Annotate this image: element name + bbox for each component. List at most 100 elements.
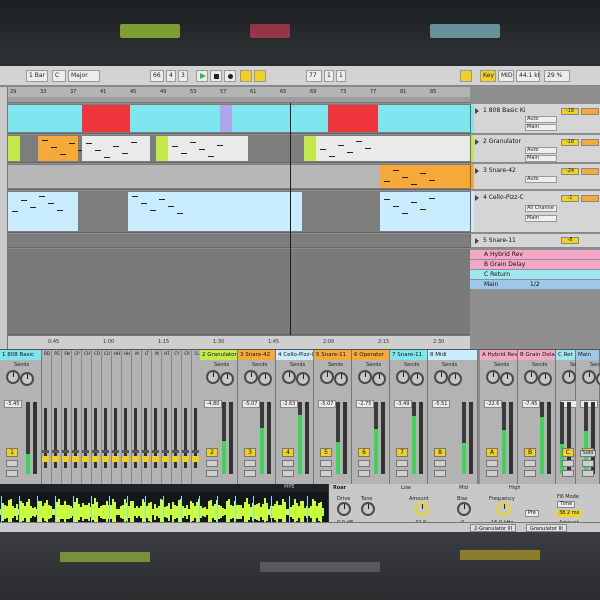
channel-title[interactable]: C Ret — [556, 350, 575, 360]
input-select[interactable]: Auto — [525, 116, 557, 123]
solo-button[interactable] — [244, 460, 256, 467]
solo-button[interactable]: Solo — [580, 450, 596, 457]
track-lane-2[interactable] — [8, 135, 470, 163]
track-activator-button[interactable]: B — [524, 448, 536, 457]
channel-title[interactable]: 1 808 Basic — [0, 350, 41, 360]
clip[interactable] — [130, 105, 228, 132]
record-button[interactable] — [224, 70, 236, 82]
play-button[interactable] — [196, 70, 208, 82]
track-header-3[interactable]: 3 Snare-42 Auto -24 — [470, 164, 600, 190]
position-sixteenth[interactable]: 1 — [336, 70, 346, 82]
chain-knob[interactable] — [82, 450, 89, 453]
channel-title[interactable]: 5 Snare-11 — [314, 350, 351, 360]
track-header-2[interactable]: 2 Granulator Auto Main -18 — [470, 135, 600, 163]
send-b-knob[interactable] — [500, 372, 514, 386]
send-b-knob[interactable] — [334, 372, 348, 386]
volume-field[interactable]: -18 — [561, 139, 579, 146]
volume-readout[interactable]: -5.07 — [242, 400, 260, 408]
send-a-knob[interactable] — [6, 370, 20, 384]
key-select[interactable]: C — [52, 70, 66, 82]
chain-activator[interactable] — [62, 456, 69, 462]
volume-fader[interactable] — [381, 402, 385, 474]
solo-button[interactable] — [582, 460, 594, 467]
volume-readout[interactable]: -5.51 — [432, 400, 450, 408]
volume-fader[interactable] — [267, 402, 271, 474]
chain-activator[interactable] — [192, 456, 199, 462]
channel-title[interactable]: Main — [576, 350, 599, 360]
track-lane-3[interactable] — [8, 164, 470, 190]
input-select[interactable]: All Channe — [525, 205, 557, 212]
mixer-channel[interactable]: 4 Cello-Pizz-C Sends -2.63 4 — [276, 350, 314, 484]
arm-button[interactable] — [396, 470, 408, 477]
clip[interactable] — [8, 105, 82, 132]
beat-ruler[interactable]: 29 33 37 41 45 49 53 57 61 65 69 73 77 81 85 — [8, 87, 470, 103]
mixer-channel[interactable]: 1 808 Basic Sends -5.45 1 — [0, 350, 42, 484]
channel-title[interactable]: 6 Operator — [352, 350, 389, 360]
channel-title[interactable]: A Hybrid Rev — [480, 350, 517, 360]
solo-button[interactable] — [206, 460, 218, 467]
clip[interactable] — [220, 105, 232, 132]
channel-title[interactable]: 8 Midi — [428, 350, 477, 360]
fold-icon[interactable] — [475, 139, 479, 145]
fill-mode-select[interactable]: Time — [557, 501, 576, 508]
channel-title[interactable]: 2 Granulator I — [200, 350, 237, 360]
send-b-knob[interactable] — [220, 372, 234, 386]
track-activator-button[interactable]: 7 — [396, 448, 408, 457]
drum-chain-channel[interactable]: HH — [112, 350, 122, 484]
mixer-channel[interactable]: 7 Snare-11 Sends -3.49 7 — [390, 350, 428, 484]
track-activator-button[interactable]: A — [486, 448, 498, 457]
arm-button[interactable] — [358, 470, 370, 477]
chain-knob[interactable] — [52, 450, 59, 453]
chain-knob[interactable] — [102, 450, 109, 453]
chain-activator[interactable] — [162, 456, 169, 462]
solo-button[interactable] — [581, 139, 599, 146]
track-header-4[interactable]: 4 Cello-Pizz-C All Channe Main -1 — [470, 191, 600, 233]
solo-button[interactable] — [581, 108, 599, 115]
clip[interactable] — [304, 136, 316, 161]
track-name[interactable]: 3 Snare-42 — [483, 167, 516, 174]
solo-button[interactable] — [524, 460, 536, 467]
clip[interactable] — [128, 192, 302, 231]
chain-knob[interactable] — [182, 450, 189, 453]
mixer-channel[interactable]: C RetSendsC — [556, 350, 590, 484]
solo-button[interactable] — [358, 460, 370, 467]
track-activator-button[interactable]: 2 — [206, 448, 218, 457]
arm-button[interactable] — [244, 470, 256, 477]
send-a-knob[interactable] — [524, 370, 538, 384]
solo-button[interactable] — [396, 460, 408, 467]
drum-chain-channel[interactable]: CO — [102, 350, 112, 484]
fold-icon[interactable] — [475, 108, 479, 114]
track-activator-button[interactable]: 3 — [244, 448, 256, 457]
arrangement-record-icon[interactable] — [240, 70, 252, 82]
drive-knob[interactable] — [337, 502, 351, 516]
fill-time-value[interactable]: 38.2 ms — [557, 510, 582, 517]
chain-activator[interactable] — [122, 456, 129, 462]
arm-button[interactable] — [486, 470, 498, 477]
volume-field[interactable]: -1 — [561, 195, 579, 202]
mixer-channel[interactable]: Main Sends — [576, 350, 600, 484]
return-track-a[interactable]: A Hybrid Rev — [470, 250, 600, 259]
mixer-channel[interactable]: 2 Granulator I Sends -4.80 2 — [200, 350, 238, 484]
volume-readout[interactable]: -3.49 — [394, 400, 412, 408]
clip[interactable] — [380, 165, 470, 188]
volume-field[interactable]: -8 — [561, 237, 579, 244]
chain-activator[interactable] — [132, 456, 139, 462]
volume-readout[interactable]: -22.6 — [484, 400, 502, 408]
midi-map-button[interactable]: MIDI — [498, 70, 514, 82]
channel-title[interactable]: B Grain Delay — [518, 350, 555, 360]
chain-activator[interactable] — [92, 456, 99, 462]
send-b-knob[interactable] — [538, 372, 552, 386]
fold-icon[interactable] — [475, 238, 479, 244]
track-activator-button[interactable]: 6 — [358, 448, 370, 457]
volume-fader[interactable] — [419, 402, 423, 474]
send-b-knob[interactable] — [258, 372, 272, 386]
drum-chain-channel[interactable]: HH — [122, 350, 132, 484]
chain-knob[interactable] — [162, 450, 169, 453]
mixer-channel[interactable]: 3 Snare-42 Sends -5.07 3 — [238, 350, 276, 484]
arm-button[interactable] — [434, 470, 446, 477]
chain-activator[interactable] — [142, 456, 149, 462]
send-a-knob[interactable] — [562, 370, 576, 384]
clip[interactable] — [316, 136, 470, 161]
quantization-select[interactable]: 1 Bar — [26, 70, 48, 82]
scale-select[interactable]: Major — [68, 70, 100, 82]
